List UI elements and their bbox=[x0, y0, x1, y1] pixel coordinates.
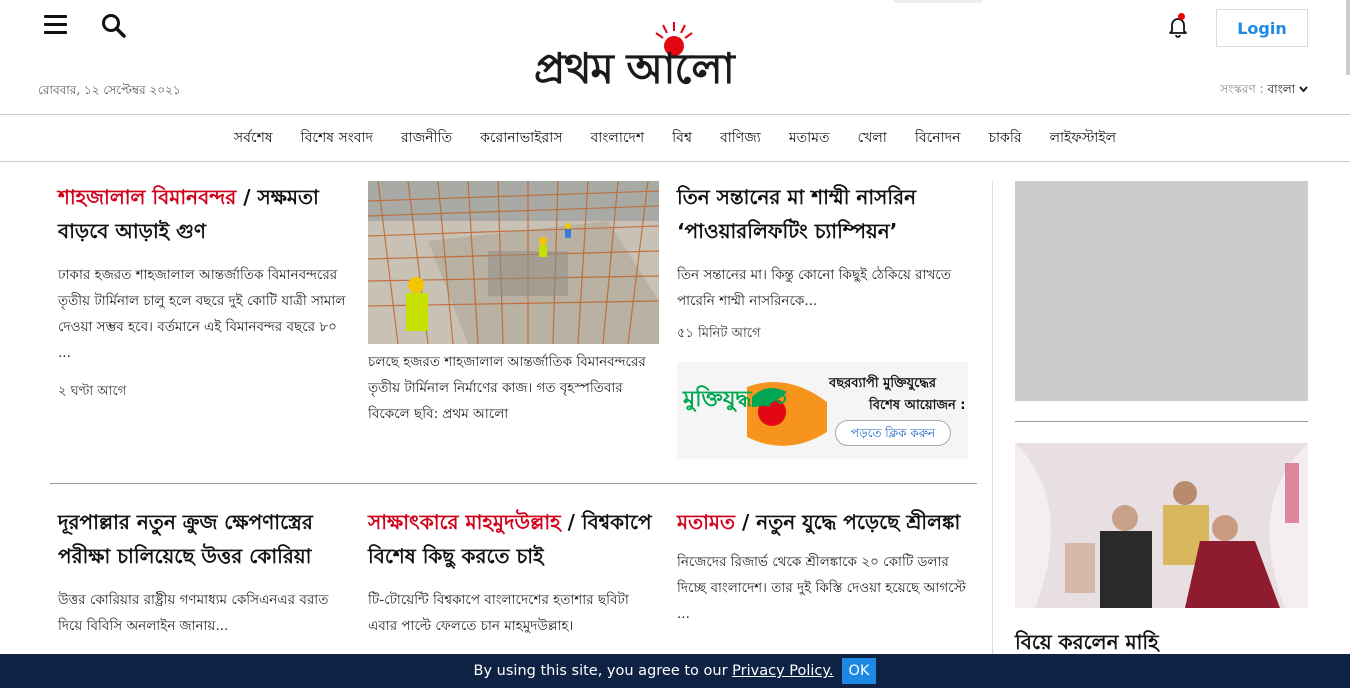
banner-read-button[interactable]: পড়তে ক্লিক করুন bbox=[835, 420, 951, 446]
nav-item-jobs[interactable]: চাকরি bbox=[988, 126, 1021, 150]
edition-label: সংস্করণ : bbox=[1220, 82, 1264, 96]
construction-photo[interactable] bbox=[368, 181, 659, 344]
chevron-down-icon[interactable] bbox=[1299, 86, 1308, 93]
liberation-war-banner[interactable]: মুক্তিযুদ্ধ ৫০ বছরব্যাপী মুক্তিযুদ্ধের ব… bbox=[677, 362, 968, 459]
lead-headline[interactable]: শাহজালাল বিমানবন্দর / সক্ষমতা বাড়বে আড়… bbox=[58, 180, 350, 248]
banner-title: বছরব্যাপী মুক্তিযুদ্ধের bbox=[829, 376, 937, 391]
srilanka-summary: নিজেদের রিজার্ভ থেকে শ্রীলঙ্কাকে ২০ কোটি… bbox=[677, 554, 966, 622]
site-logo[interactable]: প্রথম আলো bbox=[534, 16, 814, 93]
wedding-photo[interactable] bbox=[1015, 443, 1308, 608]
lead-tag[interactable]: শাহজালাল বিমানবন্দর bbox=[58, 185, 236, 209]
srilanka-story: মতামত / নতুন যুদ্ধে পড়েছে শ্রীলঙ্কা নিজ… bbox=[677, 505, 968, 627]
nav-item-coronavirus[interactable]: করোনাভাইরাস bbox=[480, 126, 562, 150]
menu-icon[interactable] bbox=[44, 15, 67, 35]
cookie-text: By using this site, you agree to our bbox=[473, 663, 733, 679]
cookie-ok-button[interactable]: OK bbox=[841, 658, 877, 684]
sidebar-divider bbox=[1015, 421, 1308, 422]
logo-text: প্রথম আলো bbox=[534, 44, 735, 93]
nav-item-politics[interactable]: রাজনীতি bbox=[401, 126, 452, 150]
current-date: রোববার, ১২ সেপ্টেম্বর ২০২১ bbox=[38, 83, 181, 97]
notification-dot bbox=[1178, 13, 1185, 20]
lead-story: শাহজালাল বিমানবন্দর / সক্ষমতা বাড়বে আড়… bbox=[58, 180, 350, 403]
nav-item-business[interactable]: বাণিজ্য bbox=[720, 126, 761, 150]
powerlifting-headline[interactable]: তিন সন্তানের মা শাম্মী নাসরিন ‘পাওয়ারলি… bbox=[677, 180, 968, 248]
ad-placeholder[interactable] bbox=[1015, 181, 1308, 401]
category-nav: সর্বশেষ বিশেষ সংবাদ রাজনীতি করোনাভাইরাস … bbox=[0, 114, 1350, 162]
banner-subtitle: বিশেষ আয়োজন : bbox=[869, 398, 966, 413]
nav-item-opinion[interactable]: মতামত bbox=[789, 126, 830, 150]
cookie-consent-bar: By using this site, you agree to our Pri… bbox=[0, 654, 1350, 688]
nav-item-world[interactable]: বিশ্ব bbox=[672, 126, 692, 150]
nav-item-entertainment[interactable]: বিনোদন bbox=[915, 126, 961, 150]
srilanka-title[interactable]: / নতুন যুদ্ধে পড়েছে শ্রীলঙ্কা bbox=[735, 510, 960, 534]
nav-item-special-news[interactable]: বিশেষ সংবাদ bbox=[301, 126, 373, 150]
mahmudullah-tag[interactable]: সাক্ষাৎকারে মাহমুদউল্লাহ bbox=[368, 510, 561, 534]
powerlifting-story: তিন সন্তানের মা শাম্মী নাসরিন ‘পাওয়ারলি… bbox=[677, 180, 968, 345]
mahmudullah-summary: টি-টোয়েন্টি বিশ্বকাপে বাংলাদেশের হতাশার… bbox=[368, 592, 629, 634]
korea-headline[interactable]: দূরপাল্লার নতুন ক্রুজ ক্ষেপণাস্ত্রের পরী… bbox=[58, 505, 350, 573]
powerlifting-summary: তিন সন্তানের মা। কিন্তু কোনো কিছুই ঠেকিয… bbox=[677, 267, 951, 309]
site-header: প্রথম আলো রোববার, ১২ সেপ্টেম্বর ২০২১ Log… bbox=[0, 0, 1350, 114]
srilanka-tag[interactable]: মতামত bbox=[677, 510, 735, 534]
privacy-policy-link[interactable]: Privacy Policy. bbox=[732, 663, 833, 679]
korea-story: দূরপাল্লার নতুন ক্রুজ ক্ষেপণাস্ত্রের পরী… bbox=[58, 505, 350, 639]
search-icon[interactable] bbox=[100, 12, 128, 40]
photo-caption: চলছে হজরত শাহজালাল আন্তর্জাতিক বিমানবন্দ… bbox=[368, 354, 646, 422]
mahmudullah-headline[interactable]: সাক্ষাৎকারে মাহমুদউল্লাহ / বিশ্বকাপে বিশ… bbox=[368, 505, 659, 573]
srilanka-headline[interactable]: মতামত / নতুন যুদ্ধে পড়েছে শ্রীলঙ্কা bbox=[677, 505, 968, 539]
edition-selector[interactable]: সংস্করণ : বাংলা bbox=[1220, 81, 1308, 101]
mahmudullah-story: সাক্ষাৎকারে মাহমুদউল্লাহ / বিশ্বকাপে বিশ… bbox=[368, 505, 659, 639]
edition-value[interactable]: বাংলা bbox=[1267, 82, 1295, 96]
nav-item-sports[interactable]: খেলা bbox=[858, 126, 887, 150]
banner-logo-text: মুক্তিযুদ্ধ ৫০ bbox=[682, 385, 788, 413]
nav-item-bangladesh[interactable]: বাংলাদেশ bbox=[591, 126, 645, 150]
column-divider bbox=[992, 181, 993, 656]
korea-summary: উত্তর কোরিয়ার রাষ্ট্রীয় গণমাধ্যম কেসিএ… bbox=[58, 592, 329, 634]
lead-time: ২ ঘণ্টা আগে bbox=[58, 384, 127, 399]
nav-item-latest[interactable]: সর্বশেষ bbox=[234, 126, 273, 150]
powerlifting-time: ৫১ মিনিট আগে bbox=[677, 326, 761, 341]
row-divider bbox=[50, 483, 977, 484]
login-button[interactable]: Login bbox=[1216, 9, 1308, 47]
muktijuddho-logo-icon: মুক্তিযুদ্ধ ৫০ bbox=[682, 382, 827, 446]
nav-item-lifestyle[interactable]: লাইফস্টাইল bbox=[1050, 126, 1117, 150]
lead-summary: ঢাকার হজরত শাহজালাল আন্তর্জাতিক বিমানবন্… bbox=[58, 267, 346, 361]
